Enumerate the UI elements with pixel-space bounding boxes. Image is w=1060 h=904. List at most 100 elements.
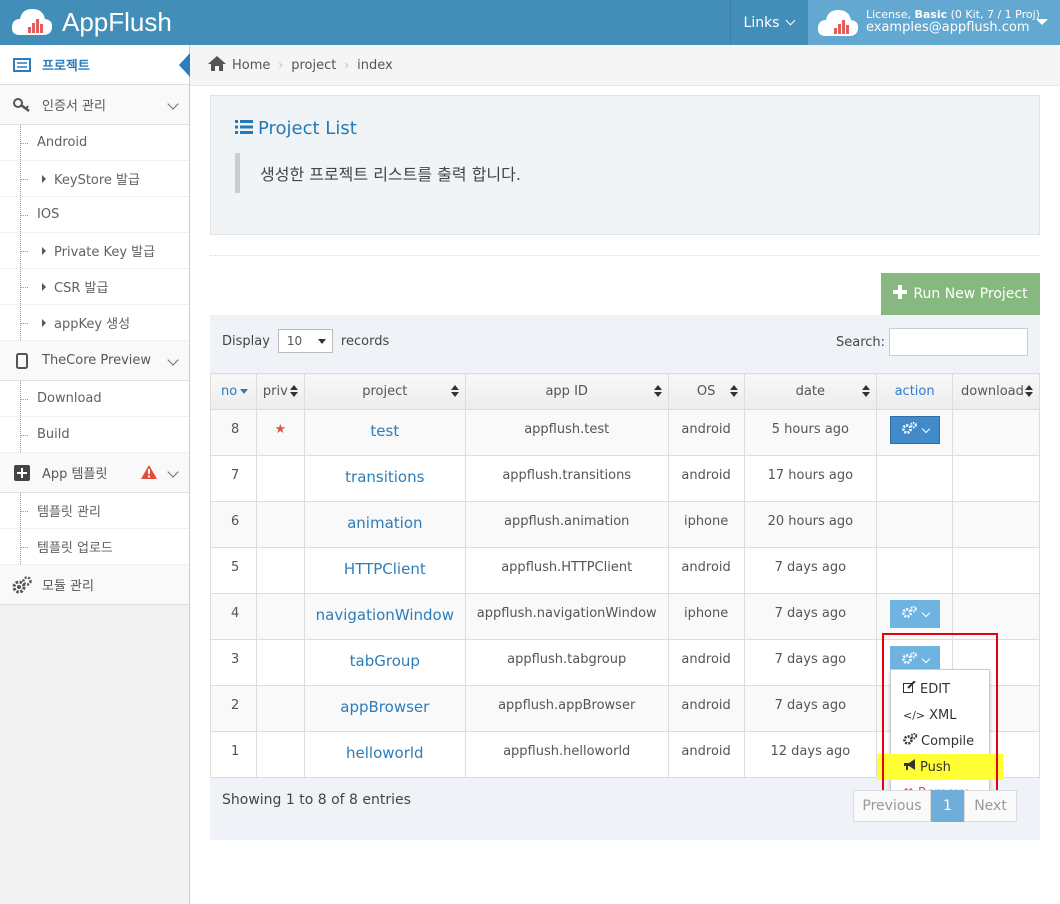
user-email: examples@appflush.com — [866, 20, 1030, 36]
cell-date: 5 hours ago — [743, 409, 878, 456]
sidebar-item-label: 프로젝트 — [42, 59, 90, 74]
links-label: Links — [743, 14, 780, 31]
breadcrumb-home[interactable]: Home — [232, 58, 270, 73]
sidebar-item-label: 모듈 관리 — [42, 579, 94, 594]
action-button[interactable] — [889, 600, 940, 628]
sidebar-item-label: Download — [37, 391, 102, 406]
key-icon — [12, 97, 32, 113]
sidebar-item-ios[interactable]: IOS — [0, 197, 189, 233]
tablet-icon — [12, 352, 32, 369]
cell-app-id: appflush.appBrowser — [464, 685, 669, 732]
cloud-avatar-icon — [817, 9, 859, 36]
app-name: AppFlush — [62, 6, 172, 37]
brand-logo[interactable]: AppFlush — [10, 4, 172, 40]
sidebar-item-label: 템플릿 업로드 — [37, 541, 113, 556]
project-link[interactable]: transitions — [303, 455, 466, 502]
table-row: 7 transitions appflush.transitions android 1… — [210, 455, 1040, 502]
run-new-project-button[interactable]: Run New Project — [881, 273, 1040, 315]
column-app-id[interactable]: app ID — [464, 373, 669, 410]
cell-os: android — [667, 409, 745, 456]
cell-os: android — [667, 547, 745, 594]
project-link[interactable]: appBrowser — [303, 685, 466, 732]
column-no[interactable]: no — [210, 373, 257, 410]
cell-os: android — [667, 685, 745, 732]
page-title-text: Project List — [258, 118, 357, 139]
sidebar-item-appkey[interactable]: appKey 생성 — [0, 305, 189, 341]
plus-square-icon — [12, 464, 32, 481]
project-link[interactable]: helloworld — [303, 731, 466, 778]
cell-date: 12 days ago — [743, 731, 878, 778]
links-menu[interactable]: Links — [730, 0, 807, 45]
cogs-icon — [901, 605, 917, 622]
column-project[interactable]: project — [303, 373, 466, 410]
column-date[interactable]: date — [743, 373, 878, 410]
breadcrumb-index: index — [357, 57, 393, 73]
cell-app-id: appflush.helloworld — [464, 731, 669, 778]
action-button[interactable] — [889, 416, 940, 444]
pagination-next[interactable]: Next — [964, 790, 1017, 822]
sidebar-item-label: appKey 생성 — [54, 317, 131, 332]
caret-down-icon — [317, 339, 326, 344]
sidebar-item-label: CSR 발급 — [54, 281, 109, 296]
sidebar-item-module[interactable]: 모듈 관리 — [0, 565, 189, 605]
cell-os: android — [667, 731, 745, 778]
column-download[interactable]: download — [952, 373, 1040, 410]
cell-priv — [255, 731, 305, 778]
cell-action — [876, 501, 954, 548]
sidebar-item-keystore[interactable]: KeyStore 발급 — [0, 161, 189, 197]
records-select[interactable]: 10 — [277, 329, 333, 353]
cell-priv: ★ — [255, 409, 305, 456]
table-toolbar: Display 10 records Search: — [210, 315, 1040, 373]
column-os[interactable]: OS — [667, 373, 745, 410]
sidebar-item-private-key[interactable]: Private Key 발급 — [0, 233, 189, 269]
cell-date: 20 hours ago — [743, 501, 878, 548]
sidebar-item-label: App 템플릿 — [42, 467, 108, 482]
sidebar-item-download[interactable]: Download — [0, 381, 189, 417]
cell-date: 17 hours ago — [743, 455, 878, 502]
project-link[interactable]: HTTPClient — [303, 547, 466, 594]
project-link[interactable]: navigationWindow — [303, 593, 466, 640]
cell-no: 1 — [210, 731, 257, 778]
cogs-icon — [12, 575, 32, 594]
column-label: project — [362, 384, 408, 399]
sidebar-item-cert[interactable]: 인증서 관리 — [0, 85, 189, 125]
sidebar-item-label: TheCore Preview — [42, 353, 152, 368]
pagination-previous[interactable]: Previous — [853, 790, 931, 822]
chevron-down-icon — [167, 466, 179, 478]
cell-app-id: appflush.HTTPClient — [464, 547, 669, 594]
cell-priv — [255, 593, 305, 640]
pagination-page[interactable]: 1 — [931, 790, 964, 822]
search-input[interactable] — [889, 328, 1029, 356]
caret-right-icon — [42, 175, 46, 183]
project-link[interactable]: tabGroup — [303, 639, 466, 686]
table-row: 8 ★ test appflush.test android 5 hours ago — [210, 409, 1040, 456]
sidebar-item-label: IOS — [37, 207, 60, 222]
cell-priv — [255, 455, 305, 502]
cell-app-id: appflush.transitions — [464, 455, 669, 502]
column-priv[interactable]: priv — [255, 373, 305, 410]
cell-date: 7 days ago — [743, 547, 878, 594]
sidebar-item-csr[interactable]: CSR 발급 — [0, 269, 189, 305]
sidebar-item-template-upload[interactable]: 템플릿 업로드 — [0, 529, 189, 565]
sidebar-item-build[interactable]: Build — [0, 417, 189, 453]
user-menu[interactable]: License, Basic (0 Kit, 7 / 1 Proj) examp… — [808, 0, 1060, 45]
sidebar-item-android[interactable]: Android — [0, 125, 189, 161]
run-new-project-label: Run New Project — [913, 286, 1028, 302]
cell-no: 5 — [210, 547, 257, 594]
project-link[interactable]: animation — [303, 501, 466, 548]
cogs-icon — [901, 421, 917, 438]
breadcrumb-project[interactable]: project — [291, 58, 336, 73]
sidebar-item-label: Build — [37, 427, 70, 442]
sidebar-item-thecore[interactable]: TheCore Preview — [0, 341, 189, 381]
chevron-down-icon — [921, 608, 930, 617]
page-header: Project List 생성한 프로젝트 리스트를 출력 합니다. — [210, 95, 1040, 235]
sidebar-item-app-template[interactable]: App 템플릿 — [0, 453, 189, 493]
cell-priv — [255, 547, 305, 594]
page-title: Project List — [235, 118, 1015, 139]
caret-right-icon — [42, 319, 46, 327]
records-label: records — [340, 333, 390, 349]
caret-right-icon — [42, 283, 46, 291]
sidebar-item-project[interactable]: 프로젝트 — [0, 45, 190, 85]
sidebar-item-template-mgmt[interactable]: 템플릿 관리 — [0, 493, 189, 529]
project-link[interactable]: test — [303, 409, 466, 456]
